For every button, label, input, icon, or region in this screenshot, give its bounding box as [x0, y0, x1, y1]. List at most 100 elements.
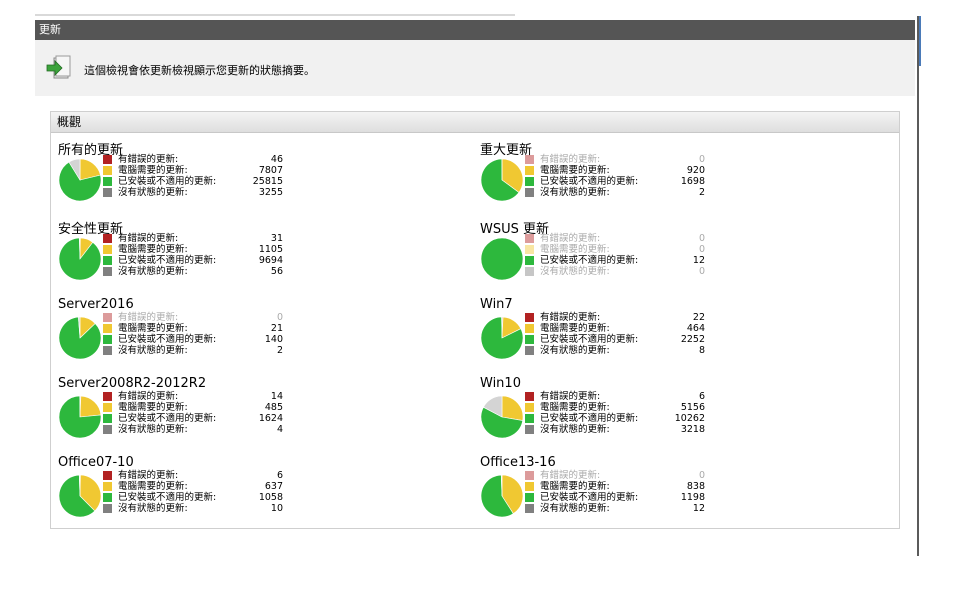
legend-value: 8: [698, 345, 705, 356]
legend-row-needed[interactable]: 電腦需要的更新: 838: [525, 481, 705, 492]
legend-value: 10262: [674, 413, 705, 424]
legend-row-nostatus[interactable]: 沒有狀態的更新: 56: [103, 266, 283, 277]
legend-value: 0: [698, 154, 705, 165]
legend-swatch-nostatus: [103, 425, 112, 434]
legend-swatch-error: [103, 471, 112, 480]
legend-row-needed[interactable]: 電腦需要的更新: 0: [525, 244, 705, 255]
legend-row-installed[interactable]: 已安裝或不適用的更新: 10262: [525, 413, 705, 424]
legend-row-installed[interactable]: 已安裝或不適用的更新: 1198: [525, 492, 705, 503]
legend-row-installed[interactable]: 已安裝或不適用的更新: 1698: [525, 176, 705, 187]
legend-swatch-error: [103, 155, 112, 164]
legend-row-installed[interactable]: 已安裝或不適用的更新: 12: [525, 255, 705, 266]
legend-row-error[interactable]: 有錯誤的更新: 6: [103, 470, 283, 481]
legend-label: 已安裝或不適用的更新:: [118, 176, 217, 187]
legend-row-installed[interactable]: 已安裝或不適用的更新: 9694: [103, 255, 283, 266]
legend-row-nostatus[interactable]: 沒有狀態的更新: 8: [525, 345, 705, 356]
legend-label: 沒有狀態的更新:: [118, 345, 188, 356]
legend-row-needed[interactable]: 電腦需要的更新: 7807: [103, 165, 283, 176]
legend-value: 12: [692, 503, 705, 514]
legend-label: 沒有狀態的更新:: [540, 266, 610, 277]
legend-value: 1698: [680, 176, 705, 187]
legend-label: 沒有狀態的更新:: [540, 503, 610, 514]
legend-swatch-error: [103, 234, 112, 243]
group-title[interactable]: Server2008R2-2012R2: [58, 376, 206, 391]
legend-row-needed[interactable]: 電腦需要的更新: 637: [103, 481, 283, 492]
group-title[interactable]: Win7: [480, 297, 513, 312]
legend-row-error[interactable]: 有錯誤的更新: 0: [525, 470, 705, 481]
legend-row-error[interactable]: 有錯誤的更新: 6: [525, 391, 705, 402]
status-pie-chart: [58, 158, 102, 202]
legend-value: 1105: [258, 244, 283, 255]
legend-row-nostatus[interactable]: 沒有狀態的更新: 2: [103, 345, 283, 356]
legend-value: 0: [698, 266, 705, 277]
legend-row-error[interactable]: 有錯誤的更新: 0: [525, 233, 705, 244]
legend-row-needed[interactable]: 電腦需要的更新: 1105: [103, 244, 283, 255]
legend-row-error[interactable]: 有錯誤的更新: 22: [525, 312, 705, 323]
group-title[interactable]: Server2016: [58, 297, 134, 312]
legend-label: 電腦需要的更新:: [540, 244, 610, 255]
status-pie-chart: [480, 316, 524, 360]
info-text: 這個檢視會依更新檢視顯示您更新的狀態摘要。: [84, 64, 315, 77]
legend-value: 0: [698, 470, 705, 481]
legend-row-nostatus[interactable]: 沒有狀態的更新: 3218: [525, 424, 705, 435]
legend-row-nostatus[interactable]: 沒有狀態的更新: 3255: [103, 187, 283, 198]
legend-label: 已安裝或不適用的更新:: [118, 334, 217, 345]
legend-label: 有錯誤的更新:: [118, 154, 179, 165]
legend-label: 電腦需要的更新:: [540, 402, 610, 413]
legend-row-nostatus[interactable]: 沒有狀態的更新: 10: [103, 503, 283, 514]
legend-row-installed[interactable]: 已安裝或不適用的更新: 140: [103, 334, 283, 345]
legend-row-nostatus[interactable]: 沒有狀態的更新: 12: [525, 503, 705, 514]
legend-row-installed[interactable]: 已安裝或不適用的更新: 1058: [103, 492, 283, 503]
legend-label: 已安裝或不適用的更新:: [540, 413, 639, 424]
pie-slice-needed: [501, 395, 524, 421]
right-pane-border: [917, 16, 919, 556]
overview-title: 概觀: [51, 112, 899, 133]
legend-swatch-error: [525, 471, 534, 480]
legend-label: 沒有狀態的更新:: [118, 503, 188, 514]
pie-slice-needed: [79, 395, 102, 418]
legend-swatch-installed: [103, 177, 112, 186]
legend-swatch-nostatus: [525, 346, 534, 355]
legend-value: 21: [270, 323, 283, 334]
legend-row-error[interactable]: 有錯誤的更新: 14: [103, 391, 283, 402]
legend-swatch-needed: [525, 245, 534, 254]
legend-row-nostatus[interactable]: 沒有狀態的更新: 4: [103, 424, 283, 435]
legend-row-nostatus[interactable]: 沒有狀態的更新: 2: [525, 187, 705, 198]
legend-value: 637: [264, 481, 283, 492]
legend-value: 1624: [258, 413, 283, 424]
legend-value: 7807: [258, 165, 283, 176]
legend-row-error[interactable]: 有錯誤的更新: 31: [103, 233, 283, 244]
legend-row-needed[interactable]: 電腦需要的更新: 5156: [525, 402, 705, 413]
legend-row-error[interactable]: 有錯誤的更新: 46: [103, 154, 283, 165]
legend-row-error[interactable]: 有錯誤的更新: 0: [525, 154, 705, 165]
legend-value: 22: [692, 312, 705, 323]
top-divider: [35, 14, 515, 16]
group-title[interactable]: Office07-10: [58, 455, 134, 470]
scrollbar-edge[interactable]: [919, 16, 921, 66]
legend-row-error[interactable]: 有錯誤的更新: 0: [103, 312, 283, 323]
legend-row-nostatus[interactable]: 沒有狀態的更新: 0: [525, 266, 705, 277]
legend: 有錯誤的更新: 6 電腦需要的更新: 637 已安裝或不適用的更新: 1058 沒有狀態的更…: [103, 470, 283, 514]
legend-value: 1198: [680, 492, 705, 503]
legend-row-needed[interactable]: 電腦需要的更新: 485: [103, 402, 283, 413]
legend-swatch-nostatus: [525, 188, 534, 197]
update-group: Server2008R2-2012R2 有錯誤的更新: 14 電腦需要的更新: 485 已…: [58, 376, 458, 454]
legend-swatch-installed: [103, 335, 112, 344]
legend-row-needed[interactable]: 電腦需要的更新: 464: [525, 323, 705, 334]
legend-row-needed[interactable]: 電腦需要的更新: 21: [103, 323, 283, 334]
legend-swatch-error: [525, 155, 534, 164]
legend-row-installed[interactable]: 已安裝或不適用的更新: 2252: [525, 334, 705, 345]
legend-swatch-needed: [103, 324, 112, 333]
legend-label: 有錯誤的更新:: [118, 470, 179, 481]
status-pie-chart: [480, 237, 524, 281]
legend-row-needed[interactable]: 電腦需要的更新: 920: [525, 165, 705, 176]
legend-value: 6: [698, 391, 705, 402]
legend-value: 140: [264, 334, 283, 345]
pie-slice-installed: [480, 237, 524, 281]
legend-row-installed[interactable]: 已安裝或不適用的更新: 1624: [103, 413, 283, 424]
group-title[interactable]: Office13-16: [480, 455, 556, 470]
group-title[interactable]: Win10: [480, 376, 521, 391]
legend-value: 31: [270, 233, 283, 244]
status-pie-chart: [480, 474, 524, 518]
legend-row-installed[interactable]: 已安裝或不適用的更新: 25815: [103, 176, 283, 187]
